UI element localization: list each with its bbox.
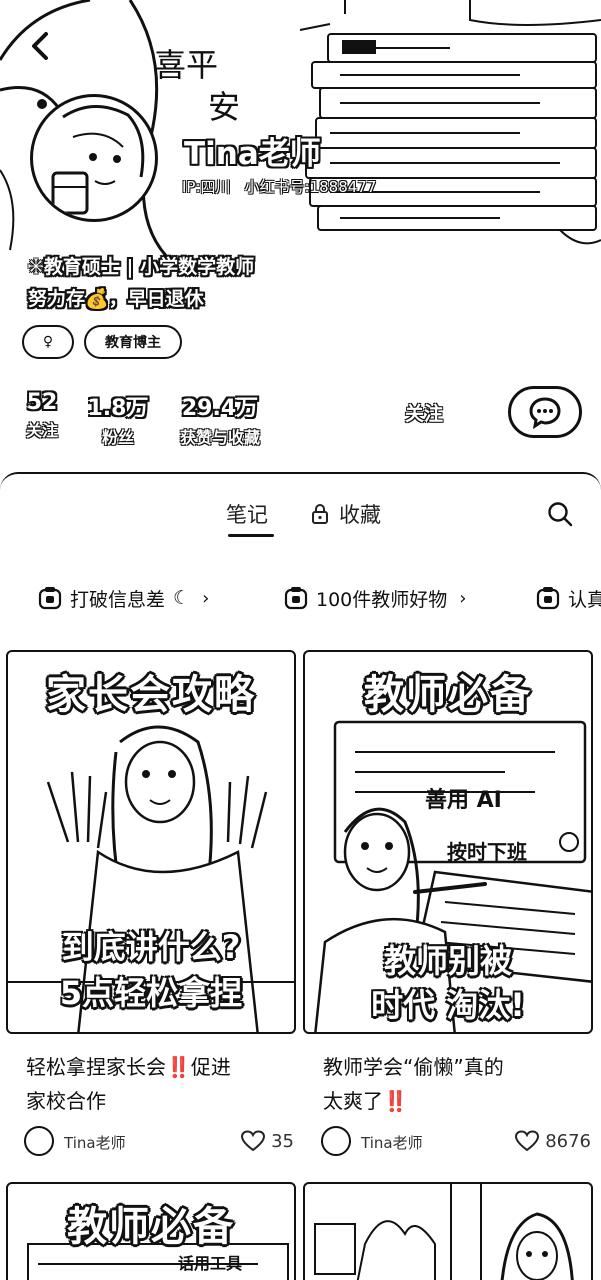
stat-likes-count: 29.4万 [181, 396, 259, 421]
profile-header: 喜平 安 Tina老师 IP:四川 小红书号:1888477 ✳教育硕士 | 小… [0, 0, 601, 475]
cover-title: 教师必备 [67, 1204, 235, 1250]
stat-following-count: 52 [26, 390, 58, 415]
xhs-id[interactable]: 小红书号:1888477 [245, 176, 377, 197]
note-title-line-1: 教师学会“偷懒”真的 [323, 1055, 504, 1079]
like-count: 8676 [545, 1130, 591, 1152]
stat-likes[interactable]: 29.4万 获赞与收藏 [172, 390, 268, 448]
collection-chip-emoji: ☾ [173, 587, 191, 609]
cover-photo-collage [314, 1184, 574, 1280]
note-title-line-2: 家校合作 [26, 1089, 106, 1113]
author-name[interactable]: Tina老师 [361, 1132, 423, 1153]
heart-icon [515, 1130, 540, 1152]
collection-chip-label: 100件教师好物 [316, 588, 448, 611]
chevron-right-icon: › [202, 587, 210, 609]
note-cover[interactable]: 家长会攻略 到底讲什么? 5点轻松拿捏 [6, 650, 296, 1034]
note-title-line-2: 太爽了‼️ [323, 1089, 408, 1113]
ip-location: IP:四川 [182, 178, 231, 196]
like-button[interactable]: 8676 [515, 1130, 591, 1152]
stat-followers-count: 1.8万 [87, 396, 149, 421]
follow-button[interactable]: 关注 [378, 388, 470, 436]
chevron-right-icon: › [459, 587, 467, 609]
like-count: 35 [271, 1130, 294, 1152]
tab-active-indicator [228, 534, 274, 537]
collection-chips: 打破信息差 ☾ › 100件教师好物 › 认真 [0, 580, 601, 616]
note-cover[interactable]: 教师必备 善用 AI 按时下班 教师别被 时代 淘汰! [303, 650, 593, 1034]
album-icon [284, 587, 308, 610]
like-button[interactable]: 35 [241, 1130, 294, 1152]
stat-likes-label: 获赞与收藏 [179, 428, 260, 447]
cover-subtitle-1: 到底讲什么? [61, 928, 241, 966]
user-meta: IP:四川 小红书号:1888477 [182, 176, 376, 197]
cover-subtitle-2: 时代 淘汰! [371, 986, 525, 1024]
message-button[interactable] [508, 386, 582, 438]
note-title: 轻松拿捏家长会‼️促进 家校合作 [26, 1050, 288, 1118]
album-icon [536, 587, 560, 610]
chevron-left-icon [32, 32, 48, 60]
svg-text:安: 安 [208, 88, 240, 126]
note-cover[interactable]: 教师必备 话用工具 [6, 1182, 296, 1280]
collection-chip[interactable]: 认真 [536, 580, 601, 616]
stat-followers-label: 粉丝 [101, 428, 134, 447]
author-avatar[interactable] [321, 1126, 351, 1156]
search-button[interactable] [540, 494, 580, 534]
bio-line-2: 努力存💰，早日退休 [28, 288, 204, 310]
avatar[interactable] [30, 94, 158, 222]
note-cover[interactable] [303, 1182, 593, 1280]
collection-chip-label: 打破信息差 [70, 588, 166, 611]
cover-tag-ai: 善用 AI [425, 788, 502, 813]
cover-tag-offwork: 按时下班 [447, 840, 527, 864]
gender-tag: ♀ [22, 325, 74, 359]
cover-tag: 话用工具 [178, 1254, 243, 1273]
stat-following[interactable]: 52 关注 [22, 390, 62, 441]
note-card[interactable]: 教师必备 善用 AI 按时下班 教师别被 时代 淘汰! 教师学会“偷懒”真的 太… [303, 650, 593, 1170]
cover-title: 教师必备 [364, 672, 532, 718]
heart-icon [241, 1130, 266, 1152]
tab-favorites-label: 收藏 [339, 503, 381, 527]
note-footer: Tina老师 8676 [321, 1126, 591, 1158]
collection-chip[interactable]: 100件教师好物 › [284, 580, 466, 616]
cover-title: 家长会攻略 [46, 672, 256, 718]
tab-notes[interactable]: 笔记 [226, 494, 268, 534]
author-avatar[interactable] [24, 1126, 54, 1156]
lock-icon [312, 504, 328, 524]
avatar-illustration [51, 105, 145, 215]
user-name: Tina老师 [184, 136, 321, 172]
category-tag[interactable]: 教育博主 [84, 325, 182, 359]
search-icon [548, 502, 573, 527]
chat-bubble-icon [529, 397, 561, 429]
female-icon: ♀ [42, 334, 54, 350]
collection-chip-label: 认真 [568, 588, 601, 611]
note-title: 教师学会“偷懒”真的 太爽了‼️ [323, 1050, 585, 1118]
stat-followers[interactable]: 1.8万 粉丝 [86, 390, 150, 448]
back-button[interactable] [20, 26, 60, 66]
note-footer: Tina老师 35 [24, 1126, 294, 1158]
banner-calligraphy: 喜平 安 [154, 46, 240, 126]
tab-favorites[interactable]: 收藏 [311, 494, 381, 534]
collection-chip[interactable]: 打破信息差 ☾ › [38, 580, 209, 616]
bio-line-1: ✳教育硕士 | 小学数学教师 [28, 256, 255, 278]
cover-subtitle-1: 教师别被 [383, 942, 512, 980]
cover-subtitle-2: 5点轻松拿捏 [59, 974, 243, 1012]
profile-tabs: 笔记 收藏 [0, 494, 601, 538]
note-card[interactable]: 家长会攻略 到底讲什么? 5点轻松拿捏 轻松拿捏家长会‼️促进 家校合作 Tin… [6, 650, 296, 1170]
album-icon [38, 587, 62, 610]
note-title-line-1: 轻松拿捏家长会‼️促进 [26, 1055, 231, 1079]
author-name[interactable]: Tina老师 [64, 1132, 126, 1153]
stat-following-label: 关注 [25, 421, 58, 440]
svg-text:喜平: 喜平 [154, 46, 218, 84]
